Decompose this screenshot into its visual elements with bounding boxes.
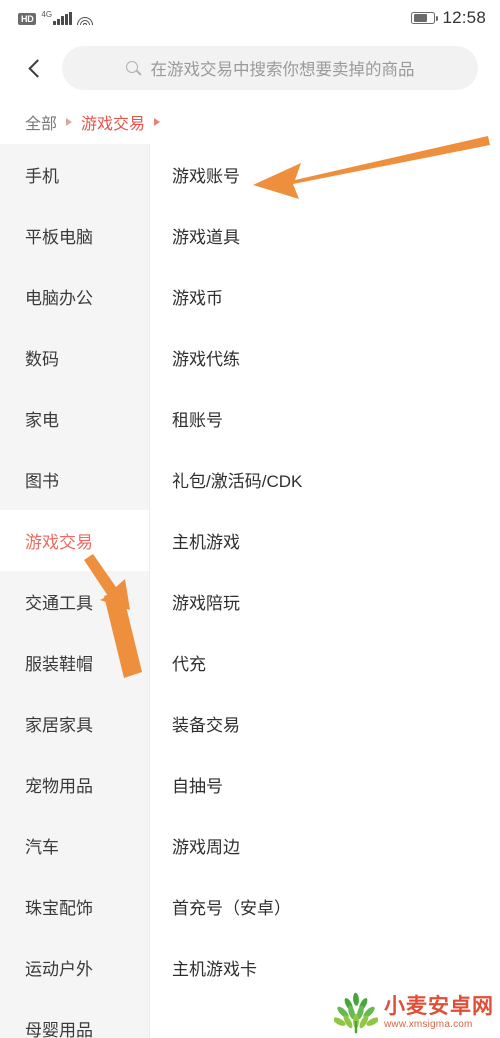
subcategory-item-label: 主机游戏 [172,533,240,552]
search-input[interactable]: 在游戏交易中搜索你想要卖掉的商品 [62,46,478,90]
sidebar-item-label: 家电 [25,411,59,430]
subcategory-item-9[interactable]: 装备交易 [150,693,500,754]
sidebar-item-label: 宠物用品 [25,777,93,796]
subcategory-item-1[interactable]: 游戏道具 [150,205,500,266]
subcategory-item-0[interactable]: 游戏账号 [150,144,500,205]
watermark: 小麦安卓网 www.xmsigma.com [334,992,494,1034]
sidebar-item-label: 游戏交易 [25,533,93,552]
status-bar-right: 12:58 [411,8,486,28]
sidebar-item-label: 珠宝配饰 [25,899,93,918]
subcategory-item-label: 装备交易 [172,716,240,735]
subcategory-item-3[interactable]: 游戏代练 [150,327,500,388]
sidebar-item-11[interactable]: 汽车 [0,815,149,876]
back-button[interactable] [14,47,56,89]
hd-icon: HD [18,13,37,25]
sidebar-item-label: 母婴用品 [25,1021,93,1038]
subcategory-item-12[interactable]: 首充号（安卓） [150,876,500,937]
subcategory-item-label: 游戏周边 [172,838,240,857]
status-bar-left: HD 4G [18,11,93,25]
sidebar-item-10[interactable]: 宠物用品 [0,754,149,815]
sidebar-item-label: 数码 [25,350,59,369]
sidebar-item-0[interactable]: 手机 [0,144,149,205]
breadcrumb-item-current[interactable]: 游戏交易 [81,110,145,134]
subcategory-item-label: 游戏道具 [172,228,240,247]
sidebar-item-2[interactable]: 电脑办公 [0,266,149,327]
sidebar-item-label: 服装鞋帽 [25,655,93,674]
sidebar-item-label: 汽车 [25,838,59,857]
subcategory-item-11[interactable]: 游戏周边 [150,815,500,876]
sidebar-item-7[interactable]: 交通工具 [0,571,149,632]
subcategory-item-label: 礼包/激活码/CDK [172,472,303,491]
battery-icon [411,12,439,24]
sidebar-item-label: 图书 [25,472,59,491]
signal-strength-bars [53,12,72,25]
sidebar-item-3[interactable]: 数码 [0,327,149,388]
phone-screen: HD 4G 12:58 在游戏交易中搜索你想要卖掉的商品 全部 游戏交易 手机 … [0,0,500,1038]
subcategory-item-label: 代充 [172,655,206,674]
subcategory-item-label: 游戏账号 [172,167,240,186]
sidebar-item-13[interactable]: 运动户外 [0,937,149,998]
signal-bars-icon: 4G [41,10,72,25]
subcategory-item-4[interactable]: 租账号 [150,388,500,449]
sidebar-item-8[interactable]: 服装鞋帽 [0,632,149,693]
subcategory-item-6[interactable]: 主机游戏 [150,510,500,571]
subcategory-item-label: 租账号 [172,411,223,430]
back-chevron-icon [27,58,47,78]
sidebar-item-12[interactable]: 珠宝配饰 [0,876,149,937]
sidebar-item-1[interactable]: 平板电脑 [0,205,149,266]
search-icon [125,60,142,76]
subcategory-item-label: 首充号（安卓） [172,899,291,918]
sidebar-item-4[interactable]: 家电 [0,388,149,449]
status-bar: HD 4G 12:58 [0,0,500,36]
caret-right-icon [66,118,73,126]
sidebar-item-label: 平板电脑 [25,228,93,247]
subcategory-list[interactable]: 游戏账号游戏道具游戏币游戏代练租账号礼包/激活码/CDK 主机游戏游戏陪玩代充装备… [150,144,500,1038]
sidebar-item-6[interactable]: 游戏交易 [0,510,149,571]
sidebar-item-label: 交通工具 [25,594,93,613]
subcategory-item-2[interactable]: 游戏币 [150,266,500,327]
subcategory-item-label: 游戏陪玩 [172,594,240,613]
breadcrumb: 全部 游戏交易 [0,100,500,144]
subcategory-item-label: 主机游戏卡 [172,960,257,979]
subcategory-item-5[interactable]: 礼包/激活码/CDK [150,449,500,510]
wheat-logo-icon [334,992,378,1034]
breadcrumb-item-all[interactable]: 全部 [25,110,57,134]
search-placeholder: 在游戏交易中搜索你想要卖掉的商品 [150,61,415,79]
sidebar-item-label: 手机 [25,167,59,186]
wifi-icon [76,13,93,25]
sidebar-item-label: 家居家具 [25,716,93,735]
watermark-url: www.xmsigma.com [384,1019,473,1030]
subcategory-item-8[interactable]: 代充 [150,632,500,693]
category-sidebar[interactable]: 手机平板电脑电脑办公数码家电图书游戏交易交通工具服装鞋帽家居家具宠物用品汽车珠宝… [0,144,150,1038]
watermark-site-name: 小麦安卓网 [384,995,494,1018]
subcategory-item-label: 自抽号 [172,777,223,796]
subcategory-item-label: 游戏币 [172,289,223,308]
status-bar-clock: 12:58 [442,8,486,27]
subcategory-item-13[interactable]: 主机游戏卡 [150,937,500,998]
sidebar-item-label: 电脑办公 [25,289,93,308]
network-type-label: 4G [41,10,53,19]
caret-right-icon-trailing [154,118,161,126]
sidebar-item-5[interactable]: 图书 [0,449,149,510]
subcategory-item-7[interactable]: 游戏陪玩 [150,571,500,632]
subcategory-item-label: 游戏代练 [172,350,240,369]
subcategory-item-10[interactable]: 自抽号 [150,754,500,815]
category-browser: 手机平板电脑电脑办公数码家电图书游戏交易交通工具服装鞋帽家居家具宠物用品汽车珠宝… [0,144,500,1038]
sidebar-item-label: 运动户外 [25,960,93,979]
sidebar-item-14[interactable]: 母婴用品 [0,998,149,1038]
watermark-text: 小麦安卓网 www.xmsigma.com [384,996,494,1030]
search-header: 在游戏交易中搜索你想要卖掉的商品 [0,36,500,100]
sidebar-item-9[interactable]: 家居家具 [0,693,149,754]
